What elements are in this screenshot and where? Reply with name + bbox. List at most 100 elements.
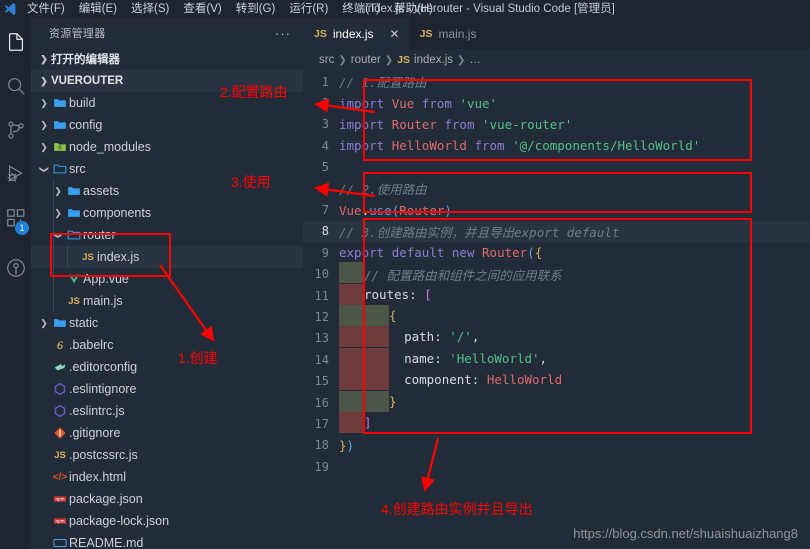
activity-item-explorer[interactable] (0, 20, 31, 64)
tree-item-label: .postcssrc.js (69, 448, 138, 462)
tree-item-build[interactable]: ❯ build (31, 92, 303, 114)
code-line[interactable]: 8 // 3.创建路由实例，并且导出export default (303, 220, 810, 243)
code-line-text: path: '/', (339, 326, 479, 348)
line-number: 7 (321, 203, 329, 218)
chevron-down-icon[interactable]: ❯ (51, 230, 65, 241)
tab-close-icon[interactable]: ✕ (390, 27, 400, 41)
code-line[interactable]: 1 // 1.配置路由 (303, 71, 810, 92)
tree-item-eslintrc-js[interactable]: .eslintrc.js (31, 400, 303, 422)
section-vuerouter-label: VUEROUTER (51, 75, 124, 87)
tree-item-src[interactable]: ❯ src (31, 158, 303, 180)
tree-item-babelrc[interactable]: 6 .babelrc (31, 334, 303, 356)
code-line[interactable]: 15 component: HelloWorld (303, 369, 810, 391)
code-line[interactable]: 2 import Vue from 'vue' (303, 92, 810, 113)
code-line[interactable]: 19 (303, 456, 810, 477)
activity-item-run-debug[interactable] (0, 152, 31, 196)
code-line[interactable]: 10 // 配置路由和组件之间的应用联系 (303, 261, 810, 285)
indent-guide (53, 180, 54, 202)
line-number: 8 (321, 224, 329, 239)
line-number: 11 (314, 288, 329, 303)
code-line[interactable]: 17] (303, 411, 810, 434)
code-line[interactable]: 3 import Router from 'vue-router' (303, 114, 810, 135)
tree-item-label: build (69, 96, 96, 110)
menu-item-file[interactable]: 文件(F) (20, 0, 72, 18)
tree-item-assets[interactable]: ❯ assets (31, 180, 303, 202)
breadcrumb-item-router[interactable]: router (351, 54, 381, 66)
tree-item-router[interactable]: ❯ router (31, 224, 303, 246)
menu-bar[interactable]: 文件(F) 编辑(E) 选择(S) 查看(V) 转到(G) 运行(R) 终端(T… (20, 0, 440, 18)
tree-item-app-vue[interactable]: App.vue (31, 268, 303, 290)
code-line[interactable]: 11 routes: [ (303, 283, 810, 306)
code-line[interactable]: 9 export default new Router({ (303, 242, 810, 263)
code-editor[interactable]: 1 // 1.配置路由 2 import Vue from 'vue' 3 import … (303, 71, 810, 549)
activity-item-search[interactable] (0, 64, 31, 108)
tab-index-js[interactable]: JS index.js ✕ (303, 18, 409, 49)
breadcrumb-item-src[interactable]: src (319, 54, 334, 66)
menu-item-go[interactable]: 转到(G) (229, 0, 283, 18)
code-line[interactable]: 14 name: 'HelloWorld', (303, 347, 810, 370)
menu-item-view[interactable]: 查看(V) (176, 0, 228, 18)
more-actions-icon[interactable]: ··· (275, 26, 291, 41)
code-line[interactable]: 12 { (303, 304, 810, 327)
tab-bar: JS index.js ✕ JS main.js ✕ (303, 18, 810, 49)
code-line[interactable]: 18}) (303, 435, 810, 456)
breadcrumb-item-file[interactable]: index.js (414, 54, 453, 66)
editor-group: JS index.js ✕ JS main.js ✕ src ❯ router … (303, 18, 810, 549)
chevron-right-icon[interactable]: ❯ (37, 142, 51, 153)
tree-item-main-js[interactable]: JS main.js (31, 290, 303, 312)
code-line[interactable]: 4 import HelloWorld from '@/components/He… (303, 135, 810, 156)
chevron-down-icon[interactable]: ❯ (37, 164, 51, 175)
code-line[interactable]: 16} (303, 390, 810, 413)
line-number: 3 (321, 117, 329, 132)
vue-icon (65, 272, 83, 286)
tree-item-config[interactable]: ❯ config (31, 114, 303, 136)
code-line[interactable]: 13 path: '/', (303, 326, 810, 349)
section-open-editors[interactable]: ❯ 打开的编辑器 (31, 48, 303, 70)
folder-node: 6 (51, 140, 69, 154)
tree-item-editorconfig[interactable]: .editorconfig (31, 356, 303, 378)
run-debug-icon (5, 163, 27, 185)
tab-main-js-label: main.js (438, 26, 477, 41)
breadcrumb-item-symbols[interactable]: … (469, 54, 481, 66)
activity-item-source-control[interactable] (0, 108, 31, 152)
menu-item-terminal[interactable]: 终端(T) (335, 0, 387, 18)
tree-item-label: components (83, 206, 152, 220)
tree-item-eslintignore[interactable]: .eslintignore (31, 378, 303, 400)
menu-item-run[interactable]: 运行(R) (282, 0, 335, 18)
tab-main-js[interactable]: JS main.js ✕ (408, 18, 512, 49)
line-number: 18 (314, 438, 329, 453)
menu-item-edit[interactable]: 编辑(E) (72, 0, 124, 18)
tree-item-node-modules[interactable]: ❯ 6 node_modules (31, 136, 303, 158)
code-line[interactable]: 5 (303, 157, 810, 178)
svg-text:6: 6 (58, 145, 62, 152)
tree-item-postcssrc-js[interactable]: JS .postcssrc.js (31, 444, 303, 466)
code-line[interactable]: 7 Vue.use(Router) (303, 199, 810, 220)
tree-item-index-js[interactable]: JS index.js (31, 246, 303, 268)
tree-item-index-html[interactable]: </> index.html (31, 466, 303, 488)
menu-item-help[interactable]: 帮助(H) (387, 0, 440, 18)
editorconfig-icon (51, 360, 69, 374)
npm-icon: npm (51, 514, 69, 528)
activity-item-account[interactable] (0, 246, 31, 290)
activity-item-extensions[interactable]: 1 (0, 196, 31, 240)
line-number: 15 (314, 374, 329, 389)
section-vuerouter[interactable]: ❯ VUEROUTER (31, 70, 303, 92)
tree-item-label: index.js (97, 250, 140, 264)
tree-item-label: assets (83, 184, 120, 198)
code-line[interactable]: 6 // 2.使用路由 (303, 178, 810, 199)
chevron-right-icon[interactable]: ❯ (37, 120, 51, 131)
tree-item-components[interactable]: ❯ components (31, 202, 303, 224)
folder-blue (51, 118, 69, 132)
code-line-text: // 3.创建路由实例，并且导出export default (339, 224, 620, 240)
tree-item-gitignore[interactable]: .gitignore (31, 422, 303, 444)
chevron-right-icon[interactable]: ❯ (37, 318, 51, 329)
tree-item-static[interactable]: ❯ static (31, 312, 303, 334)
line-number: 13 (314, 331, 329, 346)
chevron-right-icon[interactable]: ❯ (37, 98, 51, 109)
tree-item-readme-md[interactable]: README.md (31, 532, 303, 549)
menu-item-selection[interactable]: 选择(S) (124, 0, 176, 18)
tree-item-package-json[interactable]: npm package.json (31, 488, 303, 510)
code-line-text: Vue.use(Router) (339, 202, 452, 218)
code-line-text: }) (339, 437, 355, 453)
tree-item-package-lock-json[interactable]: npm package-lock.json (31, 510, 303, 532)
